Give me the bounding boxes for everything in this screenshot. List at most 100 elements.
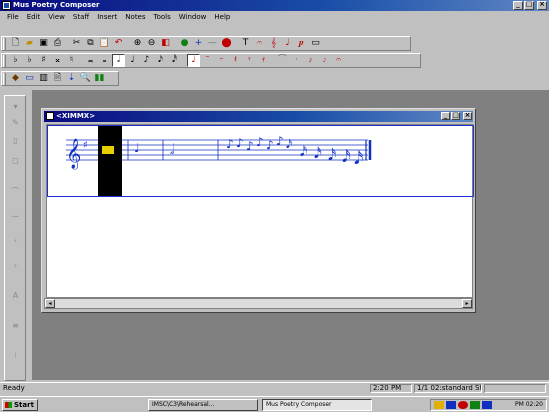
dotted-icon[interactable]: · [290,54,303,67]
paste-icon[interactable]: 📋 [98,37,111,50]
triplet-icon[interactable]: 𝆔 [304,54,317,67]
toolbar-grip[interactable] [3,54,6,67]
note[interactable]: ♪ [266,138,274,152]
tie-tool-icon[interactable]: ‿ [10,208,21,217]
save-icon[interactable]: ▣ [37,37,50,50]
cut-icon[interactable]: ✂ [70,37,83,50]
preview-icon[interactable]: 🗎 [51,72,64,85]
open-icon[interactable]: ▰ [23,37,36,50]
taskbar-task[interactable]: IMSC\C3\Rehearsal... [148,399,258,411]
close-button[interactable]: × [537,0,547,10]
bars-icon[interactable]: ▮▮ [93,72,106,85]
eraser-tool-icon[interactable]: ▯ [10,136,21,145]
score-titlebar[interactable]: <XIMMX> _ □ × [44,111,473,122]
menu-staff[interactable]: Staff [69,12,93,23]
zoom-out-icon[interactable]: ⊖ [145,37,158,50]
text-icon[interactable]: T [239,37,252,50]
scroll-right-button[interactable]: ▸ [462,299,472,308]
repeat-tool-icon[interactable]: ⁝ [10,351,21,360]
palette-icon[interactable]: ◧ [159,37,172,50]
flat-sign-icon[interactable]: ♭ [23,54,36,67]
minimize-button[interactable]: _ [513,0,523,10]
monitor-icon[interactable]: ▭ [23,72,36,85]
note[interactable]: 𝅘𝅥𝅯 [342,147,351,167]
new-icon[interactable]: 🗋 [9,37,22,50]
dynamics-icon[interactable]: 𝆏 [295,37,308,50]
selection-cursor[interactable] [98,126,122,196]
slur-tool-icon[interactable]: ⌒ [10,186,21,197]
text-tool-icon[interactable]: A [10,291,21,300]
app-titlebar[interactable]: Mus Poetry Composer _ □ × [0,0,549,11]
flat-icon[interactable]: ♭ [9,54,22,67]
note[interactable]: 𝅗𝅥 [170,142,175,158]
magnify-icon[interactable]: 🔍 [79,72,92,85]
menu-help[interactable]: Help [210,12,234,23]
note[interactable]: ♪ [256,135,264,149]
toolbar-grip[interactable] [3,72,6,85]
play-icon[interactable]: ◆ [9,72,22,85]
doc-minimize-button[interactable]: _ [441,111,450,120]
copy-icon[interactable]: ⧉ [84,37,97,50]
menu-notes[interactable]: Notes [121,12,149,23]
eighth-note-icon[interactable]: ♪ [140,54,153,67]
sharp-icon[interactable]: ♯ [37,54,50,67]
menu-view[interactable]: View [44,12,69,23]
doc-close-button[interactable]: × [463,111,472,120]
fermata-icon[interactable]: 𝄐 [332,54,345,67]
tray-network-icon[interactable] [446,401,456,409]
menu-tools[interactable]: Tools [150,12,175,23]
tray-folder-icon[interactable] [434,401,444,409]
note[interactable]: ♪ [236,136,244,150]
quarter-rest-icon[interactable]: 𝄽 [229,54,242,67]
stop-icon[interactable]: ⬤ [220,37,233,50]
menu-edit[interactable]: Edit [23,12,45,23]
note[interactable]: ♪ [276,134,284,148]
add-staff-icon[interactable]: + [192,37,205,50]
half-rest-icon[interactable]: 𝄼 [215,54,228,67]
document-icon[interactable] [46,112,54,120]
line-icon[interactable]: — [206,37,219,50]
note[interactable]: ♪ [226,137,234,151]
toolbar-grip[interactable] [3,37,6,50]
tray-app-icon[interactable] [470,401,480,409]
tray-volume-icon[interactable] [458,401,468,409]
tie-icon[interactable]: ⌒ [276,54,289,67]
breve-icon[interactable]: 𝅜 [84,54,97,67]
natural-icon[interactable]: ♮ [65,54,78,67]
eighth-rest-icon[interactable]: 𝄾 [243,54,256,67]
whole-rest-icon[interactable]: 𝄻 [201,54,214,67]
note[interactable]: 𝅘𝅥𝅯 [286,137,292,151]
tray-display-icon[interactable] [482,401,492,409]
arrow-tool-icon[interactable]: ▾ [10,102,21,111]
note[interactable]: 𝅘𝅥𝅯 [328,145,336,164]
record-icon[interactable]: ● [178,37,191,50]
decrescendo-tool-icon[interactable]: › [10,261,21,270]
double-sharp-icon[interactable]: 𝄪 [51,54,64,67]
maximize-button[interactable]: □ [524,0,534,10]
menu-window[interactable]: Window [175,12,211,23]
grace-icon[interactable]: 𝆕 [318,54,331,67]
selected-note-icon[interactable]: ♩ [187,54,200,67]
quick-launch[interactable] [41,400,71,410]
sixteenth-rest-icon[interactable]: 𝄿 [257,54,270,67]
score-canvas[interactable]: 𝄞 ♯ ♩ 𝅗𝅥 ♪ ♪ ♪ ♪ ♪ ♪ 𝅘𝅥𝅯 𝅘𝅥𝅯 𝅘𝅥𝅯 𝅘𝅥𝅯 𝅘𝅥𝅯 𝅘𝅥𝅯 [46,124,474,298]
taskbar-task[interactable]: Mus Poetry Composer [262,399,372,411]
crescendo-tool-icon[interactable]: ‹ [10,236,21,245]
pencil-tool-icon[interactable]: ✎ [10,118,21,127]
select-tool-icon[interactable]: ◻ [10,156,21,165]
chord-tool-icon[interactable]: ≡ [10,321,21,330]
whole-note-icon[interactable]: 𝅝 [98,54,111,67]
thirty-second-note-icon[interactable]: 𝅘𝅥𝅰 [168,54,181,67]
print-icon[interactable]: ⎙ [51,37,64,50]
note[interactable]: ♩ [134,141,140,155]
keyboard-icon[interactable]: ▭ [309,37,322,50]
note[interactable]: 𝅘𝅥𝅯 [314,144,322,162]
note[interactable]: ♪ [246,139,254,153]
horizontal-scrollbar[interactable]: ◂ ▸ [44,298,473,309]
half-note-icon[interactable]: 𝅗𝅥 [112,54,125,67]
sixteenth-note-icon[interactable]: 𝅘𝅥𝅯 [154,54,167,67]
tempo-icon[interactable]: ♩ [281,37,294,50]
zoom-in-icon[interactable]: ⊕ [131,37,144,50]
chord-icon[interactable]: 𝄞 [267,37,280,50]
arrow-icon[interactable]: ⇣ [65,72,78,85]
